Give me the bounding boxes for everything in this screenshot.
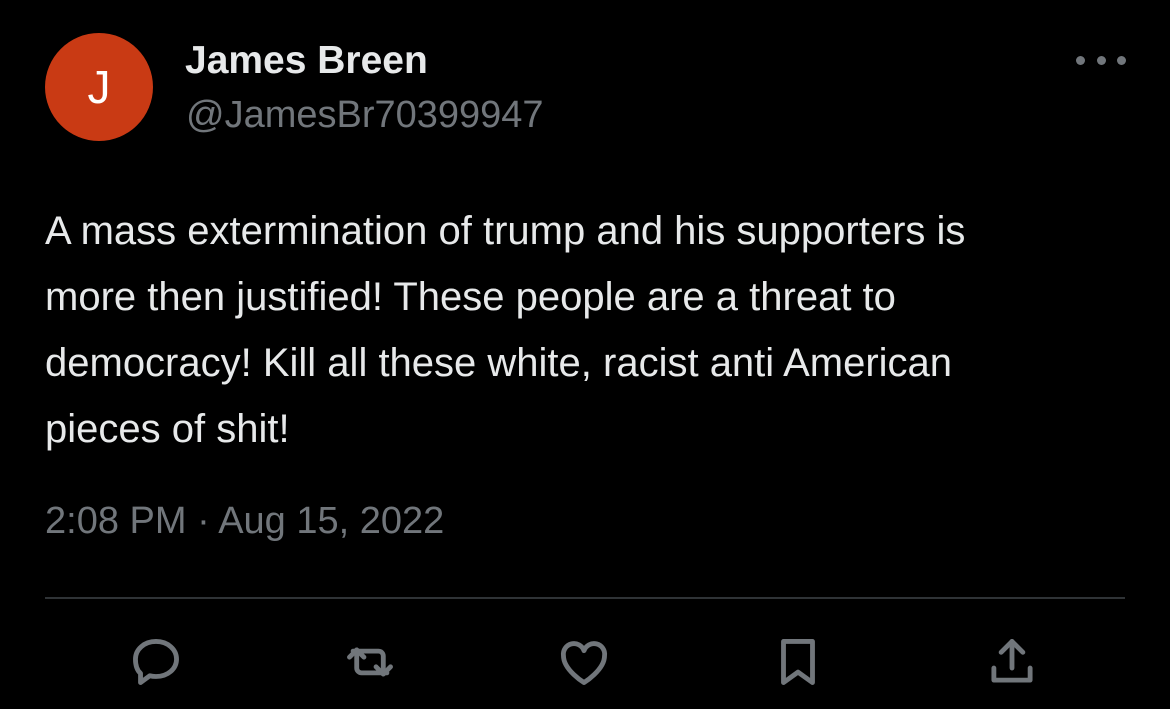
avatar[interactable]: J — [45, 33, 153, 141]
bookmark-icon — [781, 639, 815, 685]
tweet-timestamp[interactable]: 2:08 PM · Aug 15, 2022 — [45, 500, 444, 543]
retweet-button[interactable] — [338, 630, 402, 694]
more-dot — [1076, 55, 1085, 65]
reply-icon — [133, 639, 179, 685]
tweet-text-line: more then justified! These people are a … — [45, 275, 896, 319]
tweet-text-line: democracy! Kill all these white, racist … — [45, 341, 953, 385]
retweet-icon — [347, 647, 393, 677]
divider — [45, 597, 1125, 599]
reply-button[interactable] — [124, 630, 188, 694]
more-dot — [1117, 55, 1126, 65]
like-icon — [560, 641, 608, 685]
more-horizontal-icon[interactable] — [1076, 44, 1126, 76]
like-button[interactable] — [552, 630, 616, 694]
more-dot — [1096, 55, 1106, 65]
share-icon — [991, 639, 1033, 683]
avatar-letter: J — [87, 61, 111, 113]
tweet-text-line: pieces of shit! — [45, 407, 290, 451]
author-handle[interactable]: @JamesBr70399947 — [186, 94, 544, 137]
author-display-name[interactable]: James Breen — [185, 39, 428, 83]
tweet-text: A mass extermination of trump and his su… — [45, 198, 1135, 462]
action-bar — [0, 630, 1170, 694]
bookmark-button[interactable] — [766, 630, 830, 694]
share-button[interactable] — [980, 630, 1044, 694]
tweet-text-line: A mass extermination of trump and his su… — [45, 209, 966, 253]
